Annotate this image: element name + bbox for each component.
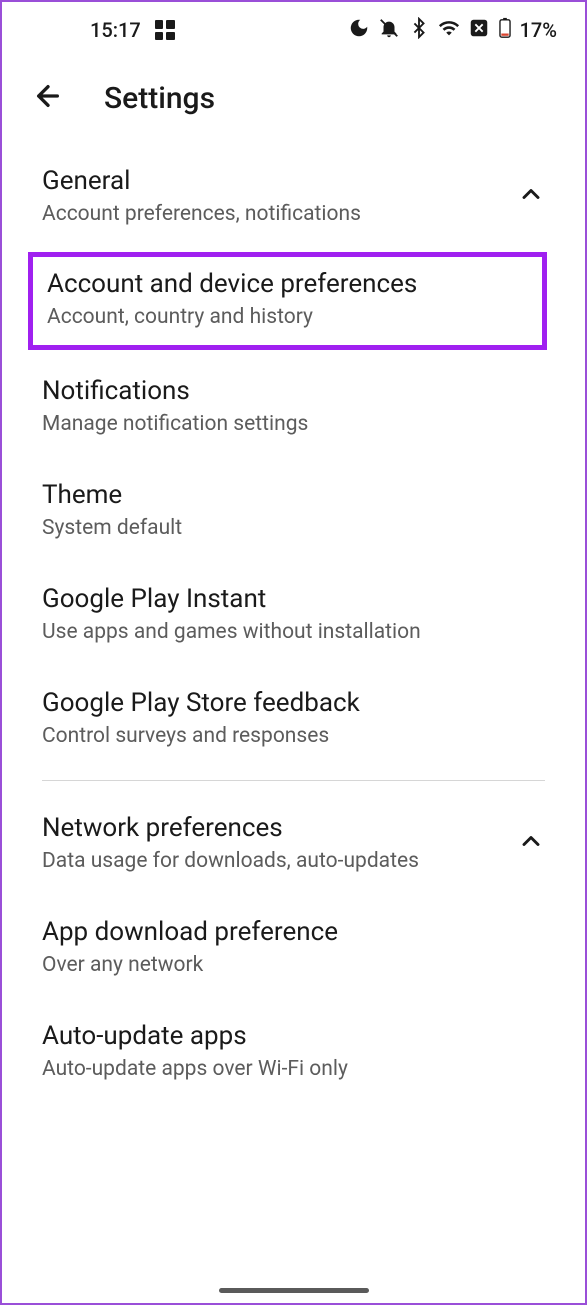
item-subtitle: Auto-update apps over Wi-Fi only: [42, 1057, 545, 1081]
item-subtitle: Data usage for downloads, auto-updates: [42, 849, 419, 873]
chevron-up-icon: [517, 180, 545, 212]
settings-list: General Account preferences, notificatio…: [2, 144, 585, 1103]
status-left: 15:17: [90, 18, 175, 42]
item-account-device-preferences[interactable]: Account and device preferences Account, …: [28, 252, 547, 350]
page-title: Settings: [104, 81, 215, 116]
item-title: App download preference: [42, 917, 545, 947]
moon-icon: [348, 17, 370, 43]
item-subtitle: Use apps and games without installation: [42, 620, 545, 644]
item-subtitle: System default: [42, 516, 545, 540]
bell-off-icon: [378, 17, 400, 43]
slack-icon: [155, 20, 175, 40]
item-title: Notifications: [42, 376, 545, 406]
divider: [42, 780, 545, 781]
item-subtitle: Account preferences, notifications: [42, 202, 361, 226]
item-notifications[interactable]: Notifications Manage notification settin…: [2, 354, 585, 458]
back-arrow-icon[interactable]: [32, 80, 64, 116]
item-title: Google Play Instant: [42, 584, 545, 614]
home-indicator[interactable]: [219, 1288, 369, 1293]
item-subtitle: Manage notification settings: [42, 412, 545, 436]
status-bar: 15:17 17%: [2, 2, 585, 58]
item-title: General: [42, 166, 361, 196]
battery-icon: [498, 17, 512, 43]
bluetooth-icon: [408, 17, 430, 43]
item-title: Network preferences: [42, 813, 419, 843]
status-right: 17%: [348, 17, 557, 43]
status-time: 15:17: [90, 18, 141, 42]
battery-percent: 17%: [520, 18, 557, 42]
close-box-icon: [468, 17, 490, 43]
section-network-preferences[interactable]: Network preferences Data usage for downl…: [2, 791, 585, 895]
item-subtitle: Account, country and history: [47, 305, 528, 329]
item-title: Google Play Store feedback: [42, 688, 545, 718]
item-title: Account and device preferences: [47, 269, 528, 299]
chevron-up-icon: [517, 827, 545, 859]
item-theme[interactable]: Theme System default: [2, 458, 585, 562]
wifi-icon: [438, 17, 460, 43]
item-google-play-instant[interactable]: Google Play Instant Use apps and games w…: [2, 562, 585, 666]
item-google-play-feedback[interactable]: Google Play Store feedback Control surve…: [2, 666, 585, 770]
app-header: Settings: [2, 58, 585, 144]
item-subtitle: Control surveys and responses: [42, 724, 545, 748]
item-title: Theme: [42, 480, 545, 510]
item-app-download-preference[interactable]: App download preference Over any network: [2, 895, 585, 999]
item-title: Auto-update apps: [42, 1021, 545, 1051]
section-general[interactable]: General Account preferences, notificatio…: [2, 144, 585, 248]
item-subtitle: Over any network: [42, 953, 545, 977]
item-auto-update-apps[interactable]: Auto-update apps Auto-update apps over W…: [2, 999, 585, 1103]
